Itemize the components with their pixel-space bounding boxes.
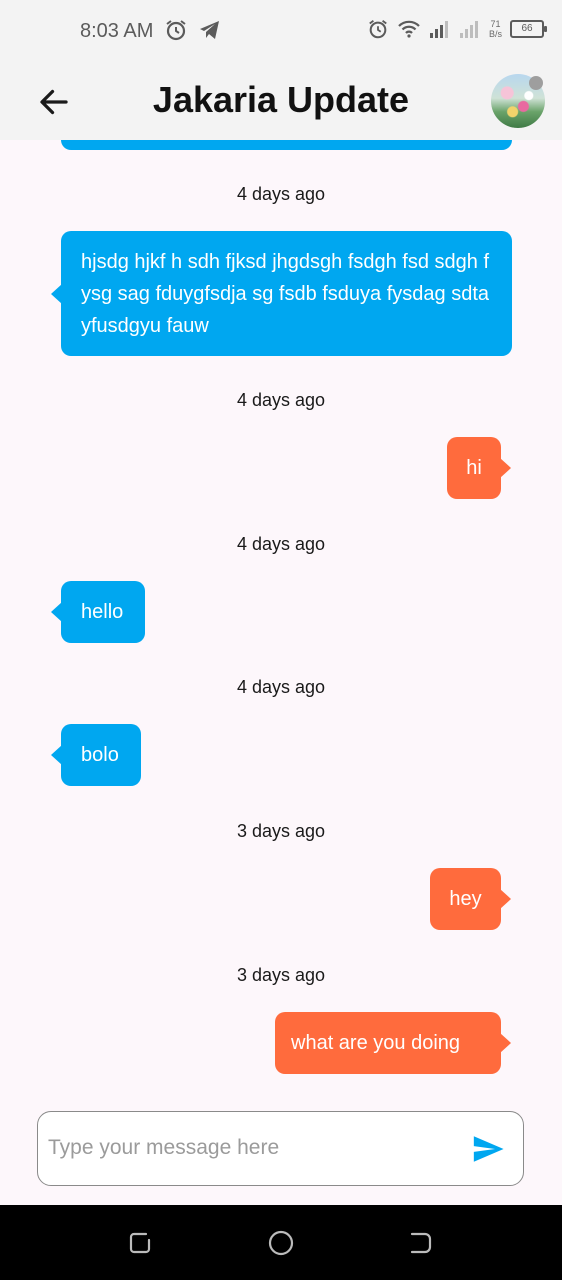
send-icon[interactable] — [469, 1132, 507, 1166]
message-input[interactable]: Type your message here — [37, 1111, 524, 1186]
message-timestamp: 4 days ago — [236, 390, 326, 410]
battery-icon: 66 — [510, 20, 547, 38]
message-bubble-incoming[interactable]: hello — [51, 581, 145, 643]
status-bar: 8:03 AM 71 B/s 66 — [0, 0, 562, 62]
message-timestamp: 4 days ago — [236, 184, 326, 204]
app-bar: Jakaria Update — [0, 62, 562, 140]
alarm-icon — [166, 20, 186, 41]
telegram-icon — [200, 21, 219, 39]
message-timestamp: 3 days ago — [236, 821, 326, 841]
recents-icon[interactable] — [126, 1229, 154, 1257]
message-text: what are you doing — [291, 1032, 461, 1054]
message-text: hjsdg hjkf h sdh fjksd jhgdsgh fsdgh fsd… — [81, 251, 490, 337]
signal-icon — [459, 21, 478, 38]
alarm-icon — [369, 20, 387, 39]
status-dot — [529, 76, 543, 90]
battery-level: 66 — [521, 23, 533, 34]
network-speed-unit: B/s — [488, 29, 502, 39]
message-timestamp: 4 days ago — [236, 677, 326, 697]
back-icon[interactable] — [407, 1229, 435, 1257]
message-bubble-incoming[interactable]: hjsdg hjkf h sdh fjksd jhgdsgh fsdgh fsd… — [51, 231, 512, 356]
message-input-placeholder: Type your message here — [48, 1136, 280, 1159]
network-speed-value: 71 — [490, 19, 501, 29]
message-text: hi — [466, 457, 482, 479]
chat-title: Jakaria Update — [152, 79, 410, 120]
message-bubble-partial — [61, 140, 512, 150]
message-text: hey — [449, 888, 482, 910]
wifi-icon — [398, 20, 420, 38]
message-timestamp: 4 days ago — [236, 534, 326, 554]
message-list[interactable]: 4 days ago hjsdg hjkf h sdh fjksd jhgdsg… — [0, 140, 562, 1105]
message-text: bolo — [81, 744, 119, 766]
status-time: 8:03 AM — [80, 20, 154, 42]
message-bubble-outgoing[interactable]: hi — [447, 437, 511, 499]
signal-icon — [429, 21, 448, 38]
message-bubble-incoming[interactable]: bolo — [51, 724, 141, 786]
system-nav-bar — [0, 1205, 562, 1280]
message-timestamp: 3 days ago — [236, 965, 326, 985]
home-icon[interactable] — [267, 1229, 295, 1257]
message-bubble-outgoing[interactable]: what are you doing — [275, 1012, 511, 1074]
network-speed: 71 B/s — [489, 19, 502, 39]
message-bubble-outgoing[interactable]: hey — [430, 868, 511, 930]
message-text: hello — [81, 601, 124, 623]
